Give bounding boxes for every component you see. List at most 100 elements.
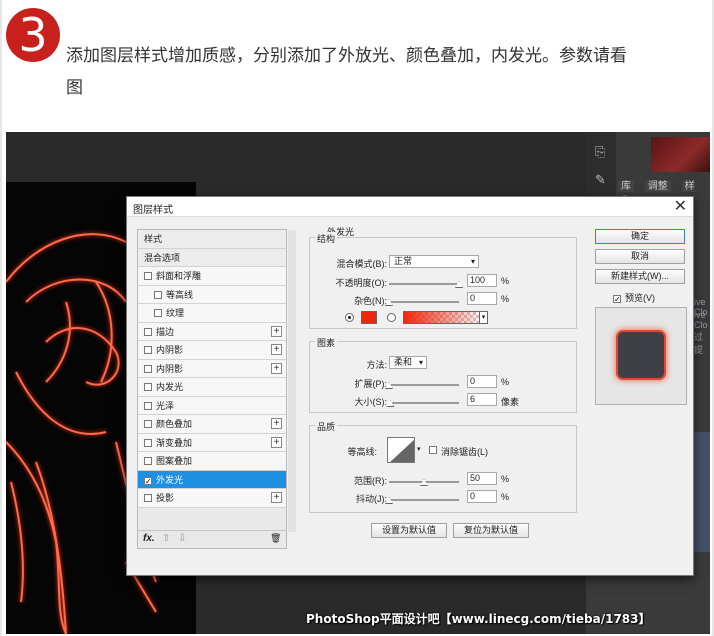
- solid-color-radio[interactable]: [345, 313, 354, 322]
- cancel-button[interactable]: 取消: [595, 249, 685, 264]
- size-input[interactable]: 6: [467, 393, 497, 406]
- method-value: 柔和: [394, 357, 413, 367]
- style-item-11[interactable]: 渐变叠加 +: [138, 433, 286, 452]
- style-checkbox[interactable]: [144, 327, 152, 336]
- style-item-4[interactable]: 纹理: [138, 304, 286, 323]
- size-slider[interactable]: [386, 400, 459, 407]
- gradient-dropdown-icon[interactable]: ▾: [479, 311, 488, 324]
- dialog-title: 图层样式: [133, 205, 173, 216]
- styles-list-scrollbar[interactable]: [288, 230, 296, 532]
- close-icon[interactable]: ✕: [674, 197, 687, 217]
- move-up-icon[interactable]: ⇧: [162, 533, 170, 544]
- blend-mode-label: 混合模式(B):: [336, 259, 388, 269]
- new-style-button[interactable]: 新建样式(W)...: [595, 269, 685, 284]
- style-checkbox[interactable]: [144, 420, 152, 428]
- styles-list-footer: fx. ⇧ ⇩ 🗑: [138, 530, 286, 548]
- preview-swatch: [618, 332, 664, 378]
- style-item-6[interactable]: 内阴影 +: [138, 341, 286, 360]
- step-number-badge: 3: [6, 8, 60, 62]
- opacity-slider[interactable]: [389, 281, 463, 288]
- style-checkbox[interactable]: [144, 383, 152, 391]
- style-item-label: 内阴影: [156, 345, 184, 355]
- opacity-unit: %: [501, 276, 510, 286]
- range-input[interactable]: 50: [467, 472, 497, 485]
- add-style-icon[interactable]: +: [271, 344, 282, 355]
- style-checkbox[interactable]: [144, 401, 152, 410]
- style-checkbox[interactable]: [154, 290, 162, 299]
- noise-slider[interactable]: [385, 299, 459, 306]
- style-checkbox[interactable]: [144, 457, 152, 465]
- style-item-14[interactable]: 投影 +: [138, 489, 286, 508]
- style-checkbox[interactable]: [144, 346, 152, 354]
- style-checkbox[interactable]: [144, 272, 152, 280]
- glow-gradient-swatch[interactable]: [403, 311, 481, 324]
- opacity-input[interactable]: 100: [467, 274, 497, 287]
- tab-adjustments[interactable]: 调整: [644, 181, 671, 192]
- style-item-7[interactable]: 内阴影 +: [138, 359, 286, 378]
- style-checkbox[interactable]: [144, 438, 152, 447]
- style-checkbox[interactable]: [144, 364, 152, 373]
- gradient-radio[interactable]: [387, 313, 396, 322]
- trash-icon[interactable]: 🗑: [270, 533, 281, 544]
- styles-list: 样式 混合选项 斜面和浮雕 等高线 纹理 描边 + 内阴影 + 内阴影 + 内发光 光泽 颜色叠加 + 渐变叠…: [137, 229, 296, 549]
- noise-unit: %: [501, 294, 510, 304]
- style-item-label: 颜色叠加: [156, 419, 193, 429]
- jitter-slider[interactable]: [385, 497, 459, 504]
- contour-dropdown-icon[interactable]: ▾: [417, 445, 421, 453]
- reset-default-button[interactable]: 复位为默认值: [453, 523, 529, 538]
- preview-checkbox[interactable]: ✓: [613, 295, 621, 304]
- ok-button[interactable]: 确定: [595, 229, 685, 244]
- style-item-label: 样式: [144, 234, 163, 244]
- move-down-icon[interactable]: ⇩: [178, 533, 186, 544]
- history-icon[interactable]: ⎘: [595, 144, 605, 160]
- size-unit: 像素: [501, 397, 520, 407]
- preview-toggle[interactable]: ✓ 预览(V): [613, 291, 655, 304]
- style-item-13[interactable]: ✓ 外发光: [138, 470, 286, 489]
- add-style-icon[interactable]: +: [271, 325, 282, 337]
- blend-mode-select[interactable]: 正常 ▾: [389, 255, 479, 268]
- glow-color-swatch[interactable]: [361, 311, 377, 324]
- style-item-5[interactable]: 描边 +: [138, 322, 286, 341]
- spread-slider[interactable]: [385, 382, 459, 389]
- add-style-icon[interactable]: +: [271, 436, 282, 448]
- dialog-titlebar: 图层样式 ✕: [127, 197, 693, 217]
- method-select[interactable]: 柔和 ▾: [389, 356, 427, 369]
- fx-icon[interactable]: fx.: [143, 533, 155, 544]
- range-slider-knob[interactable]: [420, 479, 428, 486]
- style-item-3[interactable]: 等高线: [138, 285, 286, 304]
- style-preview: [595, 307, 687, 405]
- style-item-label: 光泽: [156, 400, 175, 411]
- style-item-label: 内发光: [156, 382, 184, 392]
- photoshop-screenshot: ⎘ ✎ 库 调整 样式 ive Clo ive Clo 过提 图层样式 ✕ 样式…: [6, 132, 710, 634]
- spread-input[interactable]: 0: [467, 375, 497, 388]
- brush-tool-icon[interactable]: ✎: [595, 172, 606, 188]
- style-item-label: 渐变叠加: [156, 437, 193, 448]
- make-default-button[interactable]: 设置为默认值: [371, 523, 447, 538]
- size-label: 大小(S):: [354, 397, 388, 407]
- jitter-input[interactable]: 0: [467, 490, 497, 503]
- add-style-icon[interactable]: +: [271, 418, 282, 429]
- add-style-icon[interactable]: +: [271, 362, 282, 374]
- cc-text-3: 过提: [694, 332, 704, 355]
- add-style-icon[interactable]: +: [271, 492, 282, 503]
- step-text-line-1: 添加图层样式增加质感，分别添加了外放光、颜色叠加，内发光。参数请看: [66, 46, 627, 65]
- step-text-line-2: 图: [66, 78, 83, 97]
- style-checkbox[interactable]: ✓: [144, 476, 152, 485]
- style-item-1[interactable]: 混合选项: [138, 248, 286, 267]
- style-item-10[interactable]: 颜色叠加 +: [138, 415, 286, 434]
- style-item-9[interactable]: 光泽: [138, 396, 286, 415]
- style-item-12[interactable]: 图案叠加: [138, 452, 286, 471]
- tab-library[interactable]: 库: [618, 181, 634, 192]
- noise-input[interactable]: 0: [467, 292, 497, 305]
- style-item-2[interactable]: 斜面和浮雕: [138, 267, 286, 286]
- antialias-label: 消除锯齿(L): [441, 447, 488, 457]
- style-checkbox[interactable]: [144, 494, 152, 502]
- style-item-8[interactable]: 内发光: [138, 378, 286, 397]
- contour-picker[interactable]: [387, 437, 415, 463]
- style-item-0[interactable]: 样式: [138, 230, 286, 249]
- range-slider[interactable]: [389, 479, 459, 486]
- antialias-checkbox[interactable]: [429, 446, 437, 454]
- style-checkbox[interactable]: [154, 309, 162, 317]
- noise-label: 杂色(N):: [354, 296, 387, 306]
- style-item-label: 投影: [156, 493, 175, 503]
